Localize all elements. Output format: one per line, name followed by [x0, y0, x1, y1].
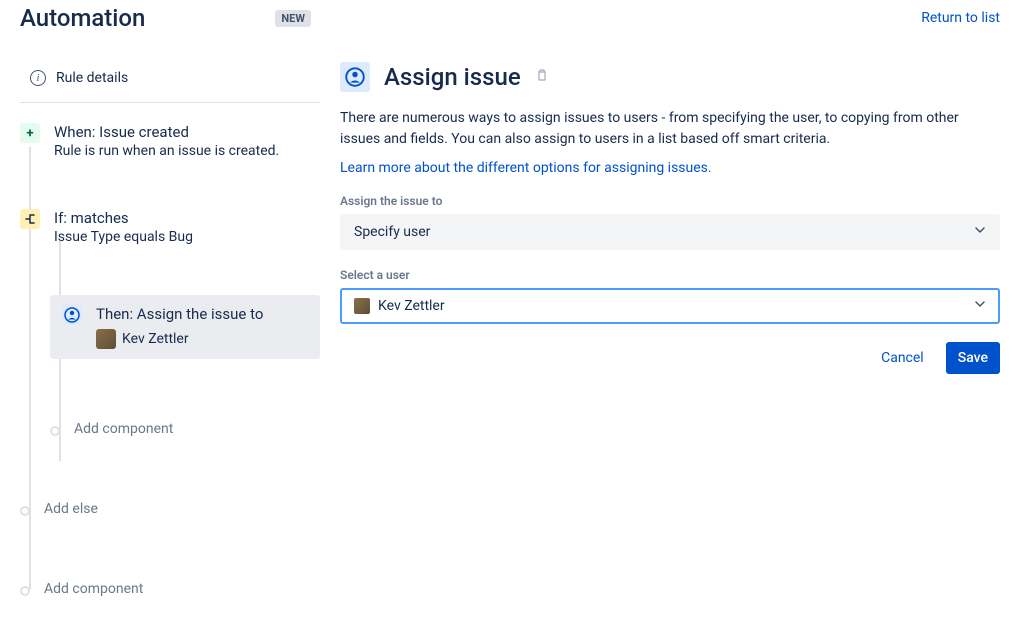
assign-to-value: Specify user — [354, 224, 430, 240]
user-avatar — [354, 298, 370, 314]
new-badge: NEW — [275, 10, 311, 27]
chevron-down-icon — [974, 298, 986, 314]
add-else[interactable]: Add else — [20, 499, 320, 519]
plus-icon: + — [20, 123, 40, 143]
select-user-label: Select a user — [340, 268, 1000, 282]
return-to-list-link[interactable]: Return to list — [921, 10, 1000, 26]
page-title: Automation — [20, 4, 145, 32]
trigger-title: When: Issue created — [54, 123, 320, 141]
info-icon: i — [30, 70, 46, 86]
action-step-selected[interactable]: Then: Assign the issue to Kev Zettler — [50, 295, 320, 359]
assign-issue-icon — [340, 62, 370, 92]
assign-to-select[interactable]: Specify user — [340, 214, 1000, 250]
add-component-outer[interactable]: Add component — [20, 579, 320, 599]
learn-more-link[interactable]: Learn more about the different options f… — [340, 160, 712, 176]
rule-details-label: Rule details — [56, 70, 128, 86]
trigger-step[interactable]: + When: Issue created Rule is run when a… — [20, 123, 320, 159]
action-user: Kev Zettler — [122, 331, 189, 347]
condition-subtitle: Issue Type equals Bug — [54, 229, 320, 245]
add-else-label: Add else — [44, 501, 98, 517]
assign-to-label: Assign the issue to — [340, 194, 1000, 208]
main-title: Assign issue — [384, 63, 521, 91]
branch-icon — [20, 209, 40, 229]
trigger-subtitle: Rule is run when an issue is created. — [54, 143, 320, 159]
divider — [20, 102, 320, 103]
user-avatar — [96, 329, 116, 349]
cancel-button[interactable]: Cancel — [869, 342, 936, 374]
circle-dot-icon — [20, 506, 30, 516]
condition-title: If: matches — [54, 209, 320, 227]
chevron-down-icon — [974, 224, 986, 240]
add-component-label: Add component — [74, 421, 173, 437]
circle-dot-icon — [50, 426, 60, 436]
description-text: There are numerous ways to assign issues… — [340, 108, 1000, 150]
action-title: Then: Assign the issue to — [96, 305, 308, 323]
condition-step[interactable]: If: matches Issue Type equals Bug — [20, 209, 320, 245]
select-user-field[interactable]: Kev Zettler — [340, 288, 1000, 324]
save-button[interactable]: Save — [946, 342, 1000, 374]
add-component-label: Add component — [44, 581, 143, 597]
rule-details-link[interactable]: i Rule details — [20, 62, 320, 94]
add-component-nested[interactable]: Add component — [50, 419, 320, 439]
assign-icon — [62, 305, 82, 325]
circle-dot-icon — [20, 586, 30, 596]
delete-icon[interactable] — [535, 68, 549, 86]
select-user-value: Kev Zettler — [378, 298, 445, 314]
